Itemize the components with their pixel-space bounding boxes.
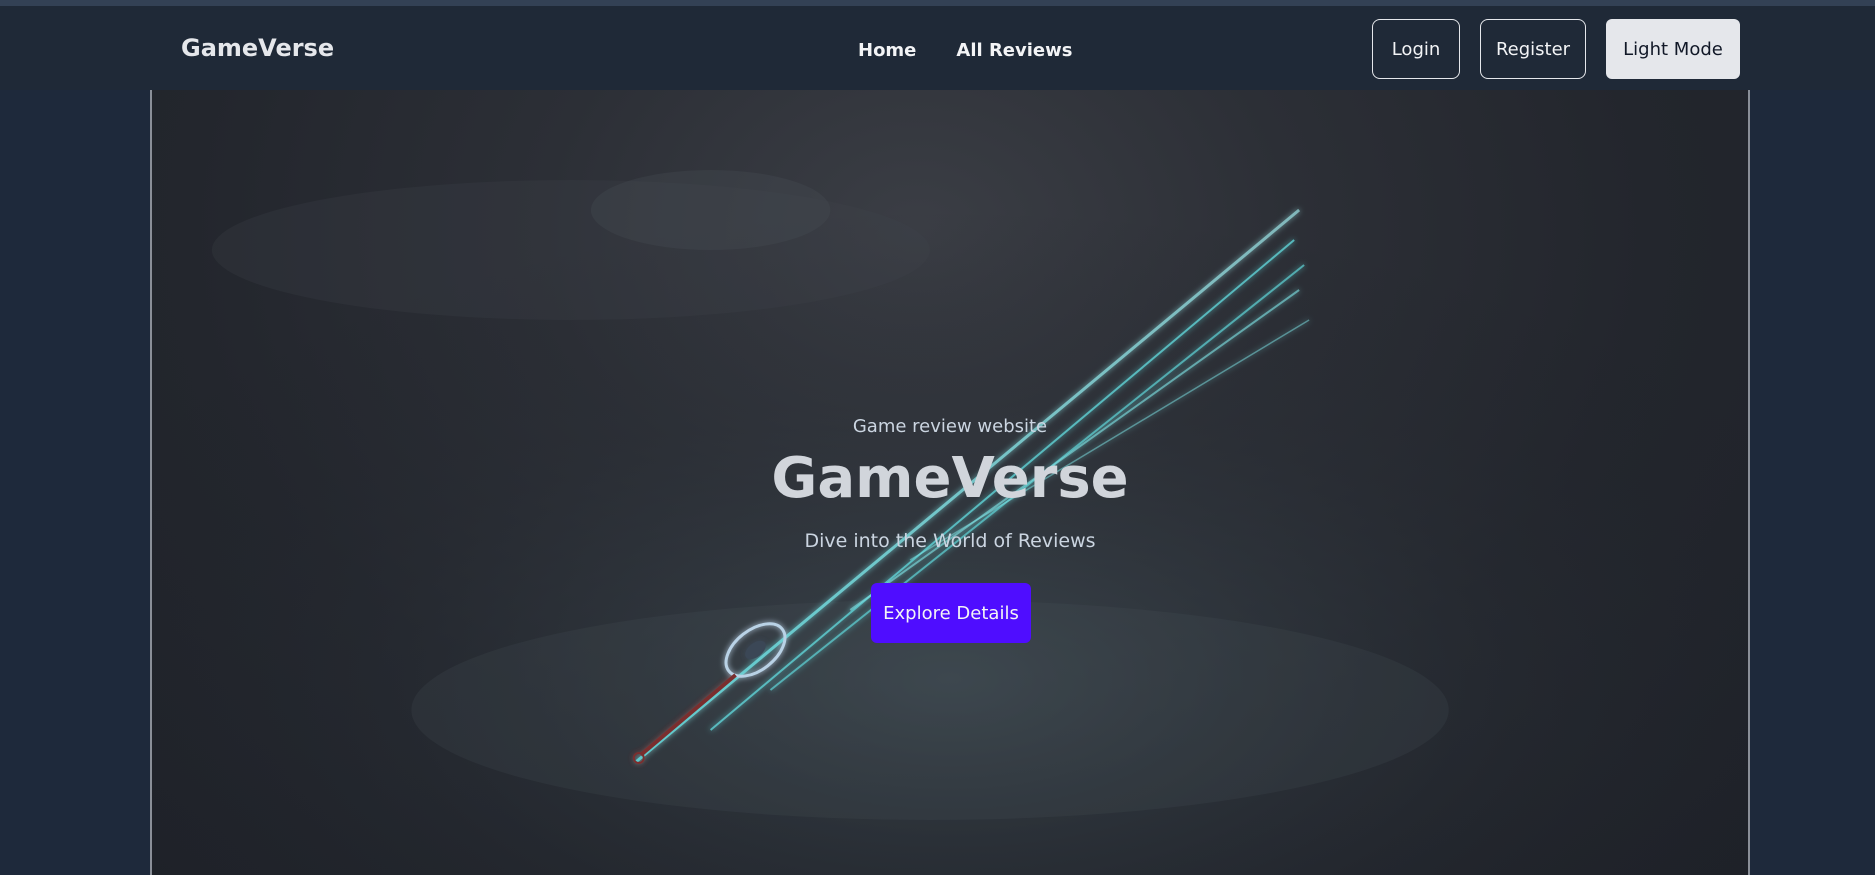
register-button[interactable]: Register [1480, 19, 1586, 79]
hero-title: GameVerse [771, 446, 1129, 511]
main-nav: Home All Reviews [858, 40, 1072, 61]
hero-banner: Game review website GameVerse Dive into … [150, 90, 1750, 875]
explore-details-button[interactable]: Explore Details [871, 583, 1031, 643]
login-button[interactable]: Login [1372, 19, 1460, 79]
brand-logo[interactable]: GameVerse [181, 34, 334, 62]
hero-content: Game review website GameVerse Dive into … [152, 90, 1748, 875]
top-navbar: GameVerse Home All Reviews Login Registe… [0, 6, 1875, 90]
nav-actions: Login Register Light Mode [1372, 19, 1740, 79]
light-mode-toggle[interactable]: Light Mode [1606, 19, 1740, 79]
nav-link-home[interactable]: Home [858, 40, 916, 61]
hero-tagline: Dive into the World of Reviews [804, 530, 1096, 552]
hero-subtitle: Game review website [852, 416, 1048, 437]
nav-link-all-reviews[interactable]: All Reviews [956, 40, 1072, 61]
